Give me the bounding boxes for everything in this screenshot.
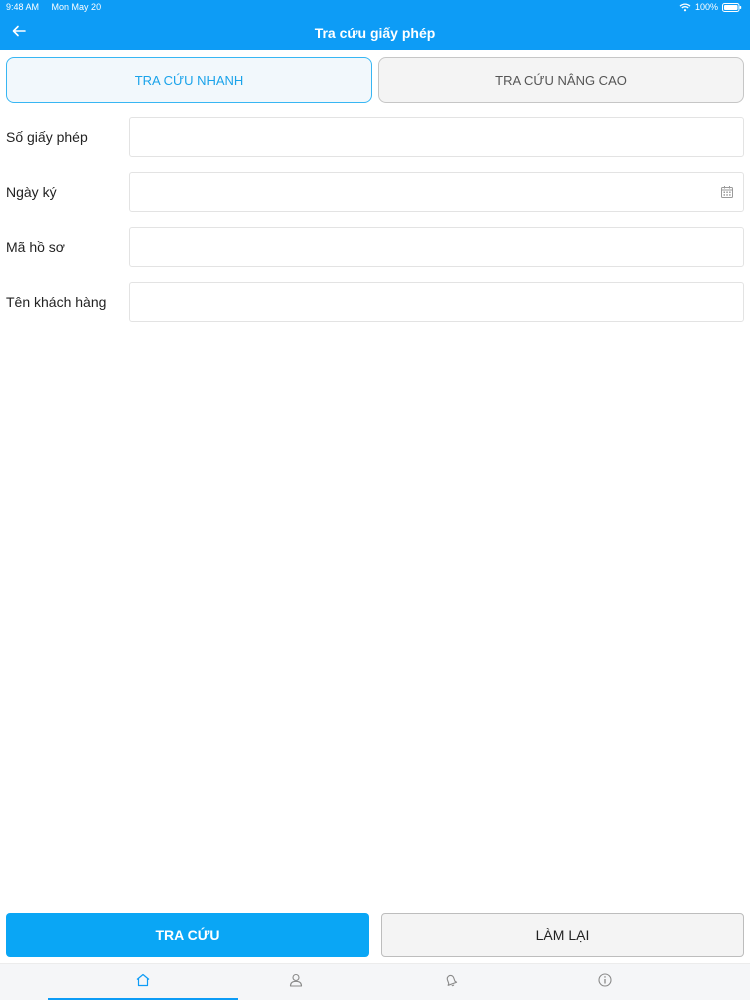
license-number-row: Số giấy phép xyxy=(0,117,750,157)
status-time: 9:48 AM xyxy=(6,2,40,12)
file-code-label: Mã hồ sơ xyxy=(6,239,65,255)
battery-percent: 100% xyxy=(694,2,718,12)
app-root: 9:48 AM Mon May 20 100% Tra cứu giấy phé… xyxy=(0,0,750,1000)
file-code-input[interactable] xyxy=(129,227,744,267)
customer-name-row: Tên khách hàng xyxy=(0,282,750,322)
license-number-input[interactable] xyxy=(129,117,744,157)
battery-icon xyxy=(722,2,742,12)
info-icon xyxy=(597,972,613,993)
bottom-tab-bar xyxy=(0,963,750,1000)
file-code-row: Mã hồ sơ xyxy=(0,227,750,267)
tab-quick-search[interactable]: TRA CỨU NHANH xyxy=(6,57,372,103)
home-icon xyxy=(135,972,151,993)
reset-button[interactable]: LÀM LẠI xyxy=(381,913,744,957)
status-date: Mon May 20 xyxy=(51,2,102,12)
calendar-icon[interactable] xyxy=(720,185,734,199)
tab-advanced-search[interactable]: TRA CỨU NÂNG CAO xyxy=(378,57,744,103)
signing-date-input[interactable] xyxy=(129,172,744,212)
header-bar: 9:48 AM Mon May 20 100% Tra cứu giấy phé… xyxy=(0,0,750,50)
user-icon xyxy=(288,972,304,993)
wifi-icon xyxy=(679,2,691,12)
page-title: Tra cứu giấy phép xyxy=(314,25,436,41)
status-right: 100% xyxy=(679,0,742,14)
bell-icon xyxy=(443,972,459,993)
customer-name-label: Tên khách hàng xyxy=(6,294,107,310)
customer-name-input[interactable] xyxy=(129,282,744,322)
license-number-label: Số giấy phép xyxy=(6,129,88,145)
signing-date-row: Ngày ký xyxy=(0,172,750,212)
status-left: 9:48 AM Mon May 20 xyxy=(6,0,101,14)
signing-date-label: Ngày ký xyxy=(6,184,57,200)
search-button[interactable]: TRA CỨU xyxy=(6,913,369,957)
status-bar: 9:48 AM Mon May 20 100% xyxy=(0,0,750,14)
tabbar-info[interactable] xyxy=(511,964,698,1000)
